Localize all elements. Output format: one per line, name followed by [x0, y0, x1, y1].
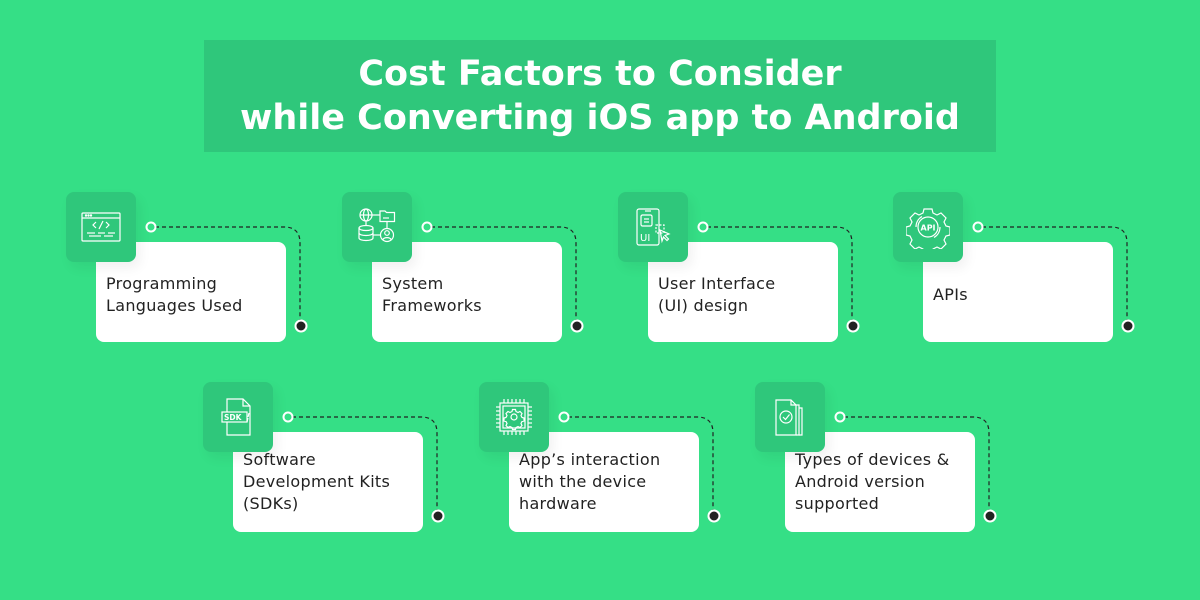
connector-line: [145, 221, 308, 333]
system-network-icon: [358, 208, 396, 243]
factor-ui-design: User Interface (UI) design UI: [618, 192, 860, 352]
title-banner: Cost Factors to Consider while Convertin…: [204, 40, 996, 152]
code-window-icon: [81, 212, 121, 242]
factor-programming-languages: Programming Languages Used: [66, 192, 308, 352]
connector-line: [558, 411, 721, 523]
svg-text:UI: UI: [640, 233, 650, 244]
factor-apis: APIs API: [893, 192, 1135, 352]
sdk-file-icon: SDK: [221, 398, 251, 436]
factor-sdks: Software Development Kits (SDKs) SDK: [203, 382, 445, 542]
svg-text:SDK: SDK: [224, 413, 243, 422]
title-line-2: while Converting iOS app to Android: [240, 98, 960, 138]
factor-system-frameworks: System Frameworks: [342, 192, 584, 352]
verified-documents-icon: [775, 399, 803, 436]
connector-line: [697, 221, 860, 333]
icon-box: [755, 382, 825, 452]
icon-box: SDK: [203, 382, 273, 452]
icon-box: [66, 192, 136, 262]
factor-device-types-android-versions: Types of devices & Android version suppo…: [755, 382, 997, 542]
icon-box: [342, 192, 412, 262]
chip-gear-icon: [496, 399, 532, 435]
connector-line: [282, 411, 445, 523]
connector-line: [972, 221, 1135, 333]
ui-design-icon: UI: [636, 208, 671, 246]
factor-device-hardware: App’s interaction with the device hardwa…: [479, 382, 721, 542]
connector-line: [834, 411, 997, 523]
svg-text:API: API: [921, 224, 936, 233]
connector-line: [421, 221, 584, 333]
api-gear-icon: API: [906, 208, 950, 249]
icon-box: [479, 382, 549, 452]
title-line-1: Cost Factors to Consider: [358, 54, 842, 94]
icon-box: UI: [618, 192, 688, 262]
factor-label: APIs: [933, 285, 968, 304]
icon-box: API: [893, 192, 963, 262]
